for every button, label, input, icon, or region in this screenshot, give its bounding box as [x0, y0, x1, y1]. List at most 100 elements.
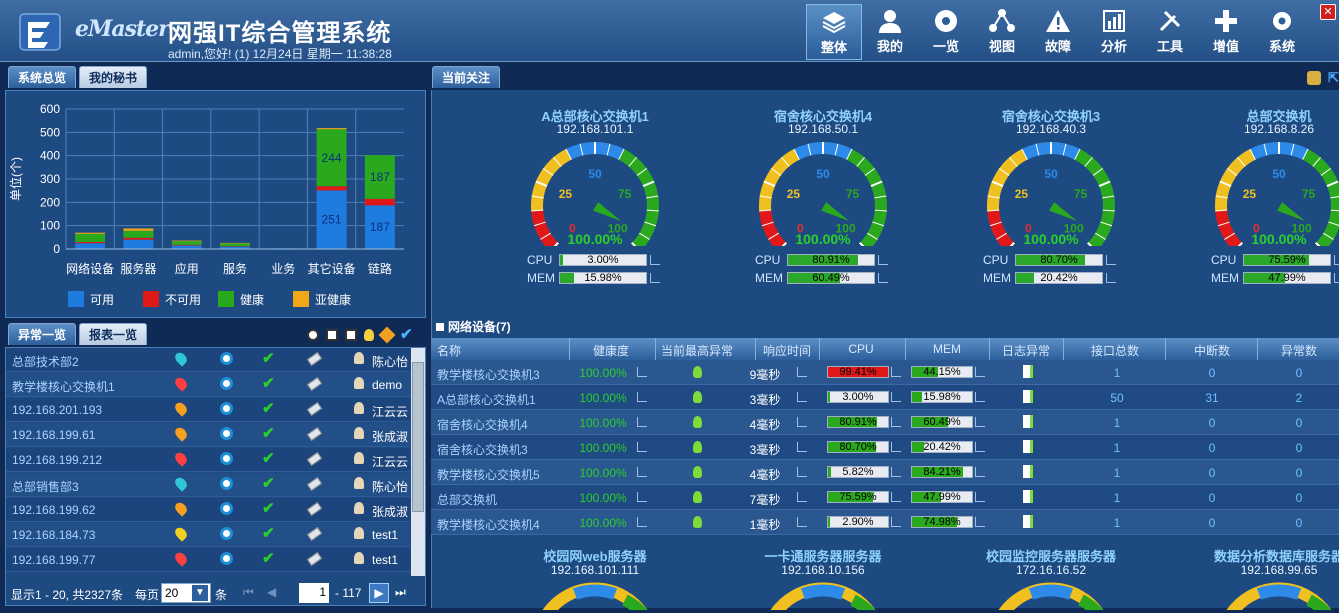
clock-icon[interactable]	[220, 377, 233, 390]
device-name[interactable]: 192.168.199.212	[12, 453, 102, 467]
trend-chart-icon[interactable]	[650, 255, 660, 265]
bar-2-0[interactable]	[75, 233, 106, 242]
column-header[interactable]: 名称	[437, 342, 567, 359]
list-item[interactable]: 192.168.199.62 ✔ 张成淑	[6, 498, 410, 522]
trend-chart-icon[interactable]	[975, 517, 985, 527]
device-name[interactable]: 教学楼核心交换机5	[437, 466, 540, 483]
trend-chart-icon[interactable]	[975, 367, 985, 377]
tool-icon[interactable]	[306, 426, 323, 442]
trend-chart-icon[interactable]	[891, 367, 901, 377]
trend-chart-icon[interactable]	[1106, 255, 1116, 265]
check-icon[interactable]: ✔	[262, 501, 276, 516]
tool-icon[interactable]	[306, 501, 323, 517]
network-devices-header[interactable]: 网络设备(7)	[436, 318, 511, 335]
list-item[interactable]: 192.168.199.77 ✔ test1	[6, 548, 410, 572]
tab-secretary[interactable]: 我的秘书	[79, 66, 148, 88]
last-page-icon[interactable]: ⏭	[395, 585, 406, 600]
device-name[interactable]: 192.168.199.61	[12, 428, 95, 442]
trend-chart-icon[interactable]	[891, 392, 901, 402]
trend-chart-icon[interactable]	[878, 255, 888, 265]
trend-chart-icon[interactable]	[975, 392, 985, 402]
nav-layers[interactable]: 整体	[806, 4, 862, 60]
check-icon[interactable]: ✔	[262, 376, 276, 391]
tool-icon[interactable]	[306, 476, 323, 492]
tool-icon[interactable]	[306, 351, 323, 367]
tool-icon[interactable]	[306, 451, 323, 467]
column-header[interactable]: 异常数	[1259, 342, 1339, 359]
column-header[interactable]: MEM	[907, 342, 987, 356]
list-item[interactable]: 总部技术部2 ✔ 陈心怡	[6, 348, 410, 372]
trend-chart-icon[interactable]	[878, 273, 888, 283]
trend-chart-icon[interactable]	[797, 467, 807, 477]
nav-warning[interactable]: 故障	[1030, 4, 1086, 60]
pin-icon[interactable]	[378, 326, 396, 344]
device-name[interactable]: 192.168.184.73	[12, 528, 95, 542]
trend-chart-icon[interactable]	[637, 467, 647, 477]
nav-overview[interactable]: 一览	[918, 4, 974, 60]
log-file-icon[interactable]	[1023, 465, 1033, 478]
trend-chart-icon[interactable]	[797, 392, 807, 402]
nav-tools[interactable]: 工具	[1142, 4, 1198, 60]
table-row[interactable]: A总部核心交换机1 100.00% 3毫秒 3.00% 15.98% 50 31 2	[431, 385, 1339, 410]
bar-0-0[interactable]	[75, 243, 106, 249]
clock-icon[interactable]	[220, 427, 233, 440]
trend-chart-icon[interactable]	[891, 417, 901, 427]
tab-reports[interactable]: 报表一览	[79, 323, 148, 345]
list-item[interactable]: 教学楼核心交换机1 ✔ demo	[6, 373, 410, 397]
close-button[interactable]: ✕	[1320, 4, 1336, 20]
table-row[interactable]: 教学楼核心交换机3 100.00% 9毫秒 99.41% 44.15% 1 0 0	[431, 360, 1339, 385]
bar-0-2[interactable]	[171, 245, 202, 250]
check-icon[interactable]: ✔	[262, 401, 276, 416]
trend-chart-icon[interactable]	[975, 492, 985, 502]
table-row[interactable]: 宿舍核心交换机4 100.00% 4毫秒 80.91% 60.49% 1 0 0	[431, 410, 1339, 435]
bar-2-2[interactable]	[171, 241, 202, 245]
check-icon[interactable]: ✔	[262, 526, 276, 541]
column-header[interactable]: 健康度	[571, 342, 651, 359]
check-icon[interactable]: ✔	[262, 551, 276, 566]
trend-chart-icon[interactable]	[891, 517, 901, 527]
trend-chart-icon[interactable]	[650, 273, 660, 283]
column-header[interactable]: 日志异常	[991, 342, 1061, 359]
prev-page-icon[interactable]: ◀	[267, 585, 276, 599]
trend-chart-icon[interactable]	[637, 392, 647, 402]
device-name[interactable]: 宿舍核心交换机3	[437, 441, 528, 458]
bar-2-1[interactable]	[123, 230, 154, 238]
device-name[interactable]: A总部核心交换机1	[437, 391, 536, 408]
clock-icon[interactable]	[307, 329, 319, 341]
list-item[interactable]: 总部销售部3 ✔ 陈心怡	[6, 473, 410, 497]
nav-gear[interactable]: 系统	[1254, 4, 1310, 60]
settings-icon[interactable]	[1307, 71, 1321, 85]
trend-chart-icon[interactable]	[1106, 273, 1116, 283]
check-icon[interactable]: ✔	[400, 327, 413, 345]
nav-topology[interactable]: 视图	[974, 4, 1030, 60]
bulb-icon[interactable]	[364, 329, 374, 341]
bar-3-5[interactable]	[316, 128, 347, 130]
tool-icon[interactable]	[306, 376, 323, 392]
device-name[interactable]: 总部销售部3	[12, 478, 79, 495]
clock-icon[interactable]	[220, 452, 233, 465]
trend-chart-icon[interactable]	[797, 442, 807, 452]
trend-chart-icon[interactable]	[1334, 273, 1339, 283]
device-name[interactable]: 192.168.201.193	[12, 403, 102, 417]
next-page-icon[interactable]: ▶	[369, 583, 389, 603]
check-icon[interactable]: ✔	[262, 426, 276, 441]
trend-chart-icon[interactable]	[975, 417, 985, 427]
clock-icon[interactable]	[220, 402, 233, 415]
monitor-icon[interactable]	[345, 329, 357, 341]
device-name[interactable]: 192.168.199.62	[12, 503, 95, 517]
table-row[interactable]: 总部交换机 100.00% 7毫秒 75.59% 47.99% 1 0 0	[431, 485, 1339, 510]
list-item[interactable]: 192.168.184.73 ✔ test1	[6, 523, 410, 547]
trend-chart-icon[interactable]	[637, 492, 647, 502]
table-row[interactable]: 教学楼核心交换机4 100.00% 1毫秒 2.90% 74.98% 1 0 0	[431, 510, 1339, 535]
trend-chart-icon[interactable]	[975, 442, 985, 452]
device-name[interactable]: 教学楼核心交换机3	[437, 366, 540, 383]
trend-chart-icon[interactable]	[797, 417, 807, 427]
device-name[interactable]: 宿舍核心交换机4	[437, 416, 528, 433]
trend-chart-icon[interactable]	[637, 417, 647, 427]
column-header[interactable]: CPU	[821, 342, 901, 356]
bar-1-5[interactable]	[316, 186, 347, 191]
bar-0-1[interactable]	[123, 239, 154, 249]
bar-3-1[interactable]	[123, 228, 154, 231]
bar-1-6[interactable]	[364, 198, 395, 206]
first-page-icon[interactable]: ⏮	[243, 585, 254, 600]
